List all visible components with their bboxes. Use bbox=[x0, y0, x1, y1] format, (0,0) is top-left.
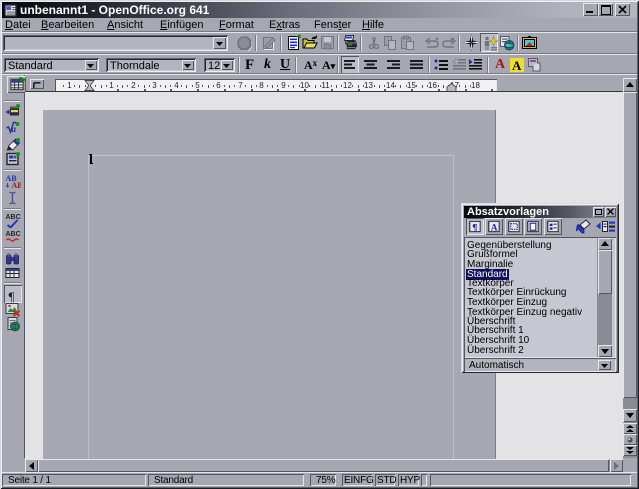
svg-text:ABC: ABC bbox=[6, 214, 21, 221]
svg-text:¶: ¶ bbox=[472, 223, 477, 233]
svg-text:A: A bbox=[491, 223, 498, 233]
svg-text:a: a bbox=[12, 124, 17, 134]
svg-text:AB: AB bbox=[12, 181, 22, 189]
svg-text:ABC: ABC bbox=[6, 231, 21, 238]
